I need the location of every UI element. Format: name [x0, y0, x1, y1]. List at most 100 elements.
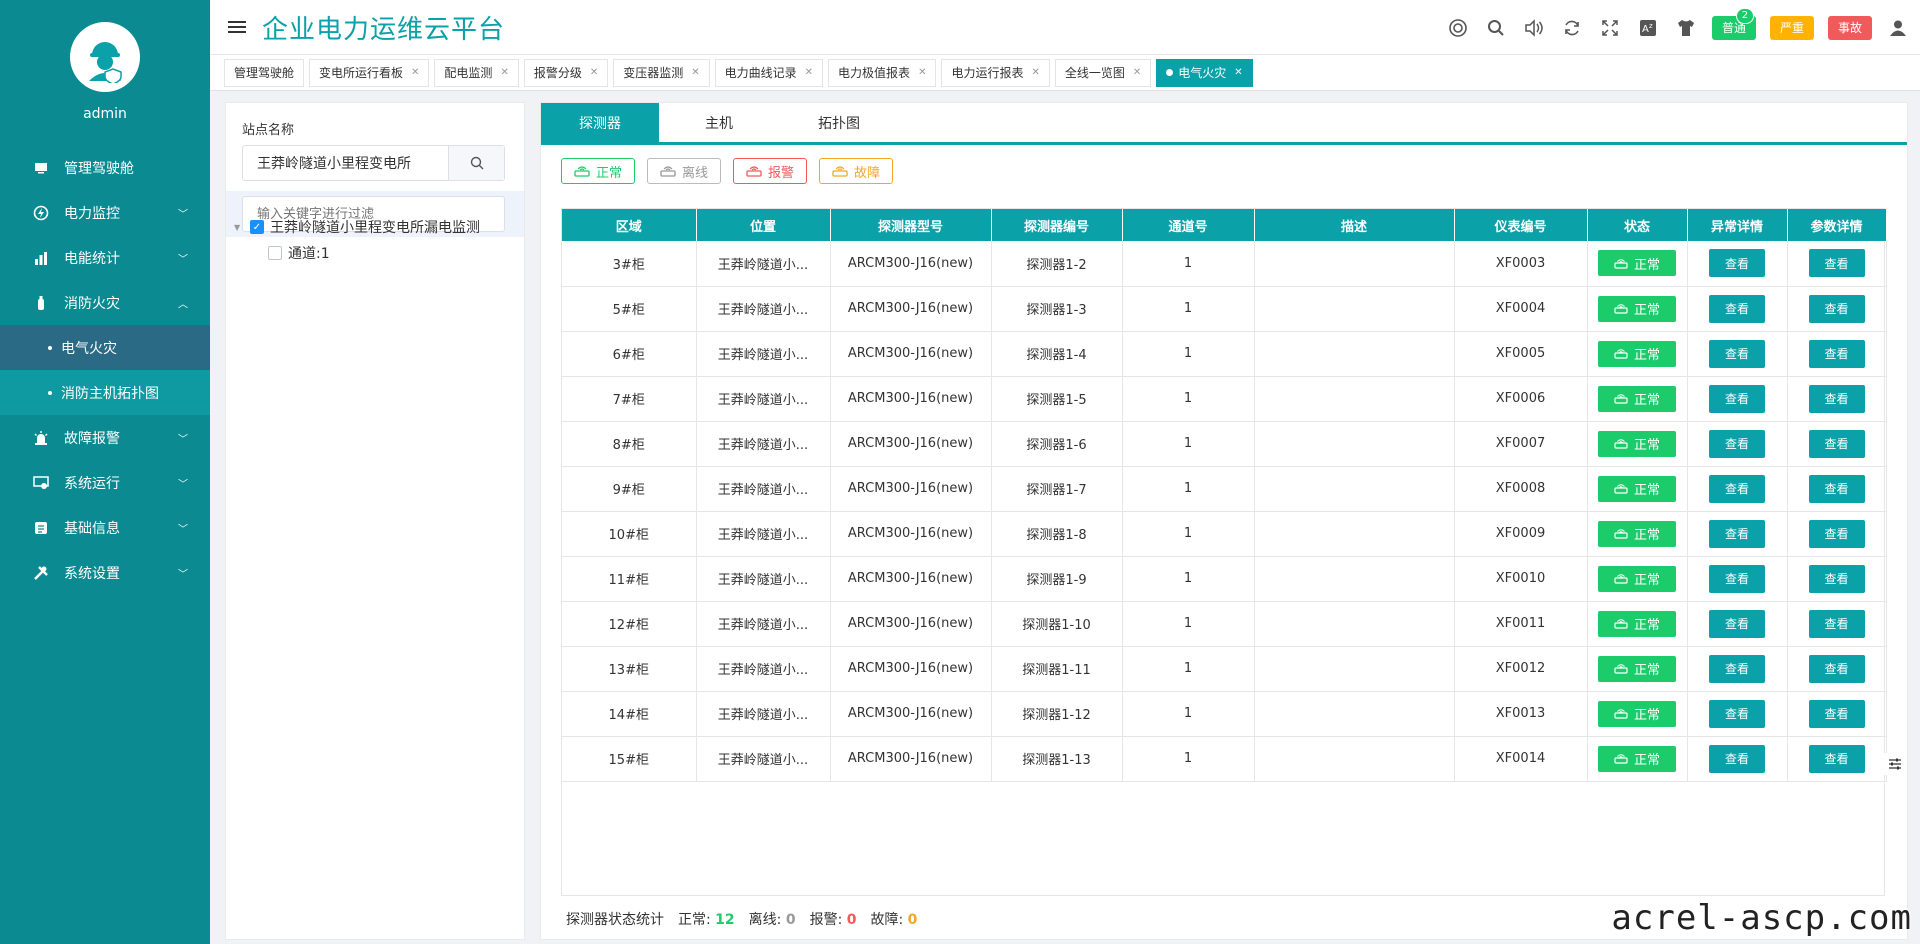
menu-toggle-icon[interactable] [228, 21, 246, 33]
view-detail-button[interactable]: 查看 [1709, 654, 1765, 683]
view-param-button[interactable]: 查看 [1808, 654, 1865, 683]
view-detail-button[interactable]: 查看 [1709, 474, 1765, 503]
column-header[interactable]: 探测器编号 [991, 209, 1123, 241]
view-detail-button[interactable]: 查看 [1709, 429, 1765, 458]
column-header[interactable]: 状态 [1587, 209, 1688, 241]
view-detail-button[interactable]: 查看 [1709, 564, 1765, 593]
view-detail-button[interactable]: 查看 [1709, 384, 1765, 413]
view-detail-button[interactable]: 查看 [1709, 744, 1765, 773]
legend-normal[interactable]: 正常 [561, 158, 636, 184]
view-param-button[interactable]: 查看 [1808, 564, 1865, 593]
tree-checkbox[interactable]: ✓ [250, 220, 264, 234]
page-tab-substation-board[interactable]: 变电所运行看板 ✕ [309, 58, 430, 87]
tree-node-channel[interactable]: 通道:1 [268, 243, 330, 263]
column-header[interactable]: 仪表编号 [1454, 209, 1588, 241]
tab-host[interactable]: 主机 [659, 103, 779, 142]
column-header[interactable]: 区域 [562, 209, 697, 241]
status-badge[interactable]: 正常 [1598, 700, 1676, 727]
station-select[interactable]: 王莽岭隧道小里程变电所 [242, 145, 505, 181]
refresh-icon[interactable] [1560, 16, 1584, 40]
sidebar-item-basic-info[interactable]: 基础信息 ﹀ [0, 505, 210, 550]
page-tab-transformer-monitor[interactable]: 变压器监测 ✕ [613, 58, 710, 87]
page-tab-electrical-fire[interactable]: 电气火灾 ✕ [1156, 58, 1253, 87]
view-detail-button[interactable]: 查看 [1709, 294, 1765, 323]
status-badge[interactable]: 正常 [1598, 430, 1676, 457]
view-detail-button[interactable]: 查看 [1709, 339, 1765, 368]
help-ring-icon[interactable] [1446, 16, 1470, 40]
theme-shirt-icon[interactable] [1674, 16, 1698, 40]
legend-offline[interactable]: 离线 [647, 158, 722, 184]
legend-alarm[interactable]: 报警 [733, 158, 808, 184]
close-icon[interactable]: ✕ [1133, 67, 1141, 78]
fullscreen-icon[interactable] [1598, 16, 1622, 40]
page-tab-line-overview[interactable]: 全线一览图 ✕ [1054, 58, 1152, 87]
page-tab-power-curve[interactable]: 电力曲线记录 ✕ [714, 58, 824, 87]
station-search-button[interactable] [448, 146, 504, 180]
view-param-button[interactable]: 查看 [1808, 294, 1865, 323]
sidebar-item-fault-alarm[interactable]: 故障报警 ﹀ [0, 415, 210, 460]
view-param-button[interactable]: 查看 [1808, 699, 1865, 728]
column-header[interactable]: 探测器型号 [830, 209, 992, 241]
column-header[interactable]: 参数详情 [1787, 209, 1887, 241]
view-param-button[interactable]: 查看 [1808, 609, 1865, 638]
view-detail-button[interactable]: 查看 [1709, 609, 1765, 638]
column-settings-icon[interactable] [1884, 753, 1906, 775]
normal-alert-pill[interactable]: 普通 2 [1711, 7, 1756, 40]
sidebar-item-power-monitor[interactable]: 电力监控 ﹀ [0, 190, 210, 235]
status-badge[interactable]: 正常 [1598, 385, 1676, 412]
sidebar-subitem-electrical-fire[interactable]: 电气火灾 [0, 325, 210, 370]
status-badge[interactable]: 正常 [1598, 655, 1676, 682]
view-detail-button[interactable]: 查看 [1709, 699, 1765, 728]
avatar[interactable] [70, 22, 140, 92]
sidebar-item-energy-stats[interactable]: 电能统计 ﹀ [0, 235, 210, 280]
sidebar-item-fire[interactable]: 消防火灾 ︿ [0, 280, 210, 325]
page-tab-alarm-grading[interactable]: 报警分级 ✕ [523, 58, 609, 87]
serious-alert-pill[interactable]: 严重 [1769, 15, 1814, 40]
view-detail-button[interactable]: 查看 [1709, 249, 1765, 278]
status-badge[interactable]: 正常 [1598, 340, 1676, 367]
sidebar-item-system-settings[interactable]: 系统设置 ﹀ [0, 550, 210, 595]
legend-fault[interactable]: 故障 [819, 158, 894, 184]
page-tab-extreme-report[interactable]: 电力极值报表 ✕ [828, 58, 937, 87]
search-icon[interactable] [1484, 16, 1508, 40]
close-icon[interactable]: ✕ [691, 67, 699, 78]
close-icon[interactable]: ✕ [500, 67, 508, 78]
font-size-icon[interactable]: Az [1636, 16, 1660, 40]
page-tab-operation-report[interactable]: 电力运行报表 ✕ [941, 58, 1050, 87]
status-badge[interactable]: 正常 [1598, 565, 1676, 592]
view-param-button[interactable]: 查看 [1808, 744, 1865, 773]
tree-node-root[interactable]: ▼ ✓ 王莽岭隧道小里程变电所漏电监测 [234, 217, 480, 237]
status-badge[interactable]: 正常 [1598, 610, 1676, 637]
column-header[interactable]: 描述 [1254, 209, 1455, 241]
close-icon[interactable]: ✕ [411, 67, 419, 78]
status-badge[interactable]: 正常 [1598, 250, 1676, 277]
sidebar-item-cockpit[interactable]: 管理驾驶舱 [0, 145, 210, 190]
sidebar-item-system-run[interactable]: 系统运行 ﹀ [0, 460, 210, 505]
column-header[interactable]: 异常详情 [1687, 209, 1788, 241]
tab-detector[interactable]: 探测器 [541, 103, 659, 142]
page-tab-cockpit[interactable]: 管理驾驶舱 [224, 58, 305, 87]
tree-checkbox[interactable] [268, 246, 282, 260]
tab-topology[interactable]: 拓扑图 [779, 103, 899, 142]
status-badge[interactable]: 正常 [1598, 295, 1676, 322]
view-param-button[interactable]: 查看 [1808, 339, 1865, 368]
view-param-button[interactable]: 查看 [1808, 429, 1865, 458]
view-detail-button[interactable]: 查看 [1709, 519, 1765, 548]
page-tab-distribution-monitor[interactable]: 配电监测 ✕ [434, 58, 519, 87]
view-param-button[interactable]: 查看 [1808, 519, 1865, 548]
sidebar-subitem-fire-host-topology[interactable]: 消防主机拓扑图 [0, 370, 210, 415]
close-icon[interactable]: ✕ [918, 67, 926, 78]
column-header[interactable]: 位置 [696, 209, 831, 241]
status-badge[interactable]: 正常 [1598, 475, 1676, 502]
user-icon[interactable] [1886, 16, 1910, 40]
column-header[interactable]: 通道号 [1122, 209, 1255, 241]
view-param-button[interactable]: 查看 [1808, 249, 1865, 278]
volume-icon[interactable] [1522, 16, 1546, 40]
caret-down-icon[interactable]: ▼ [234, 223, 244, 232]
close-icon[interactable]: ✕ [590, 67, 598, 78]
accident-alert-pill[interactable]: 事故 [1827, 15, 1872, 40]
close-icon[interactable]: ✕ [1234, 67, 1242, 78]
status-badge[interactable]: 正常 [1598, 745, 1676, 772]
view-param-button[interactable]: 查看 [1808, 384, 1865, 413]
close-icon[interactable]: ✕ [805, 67, 813, 78]
